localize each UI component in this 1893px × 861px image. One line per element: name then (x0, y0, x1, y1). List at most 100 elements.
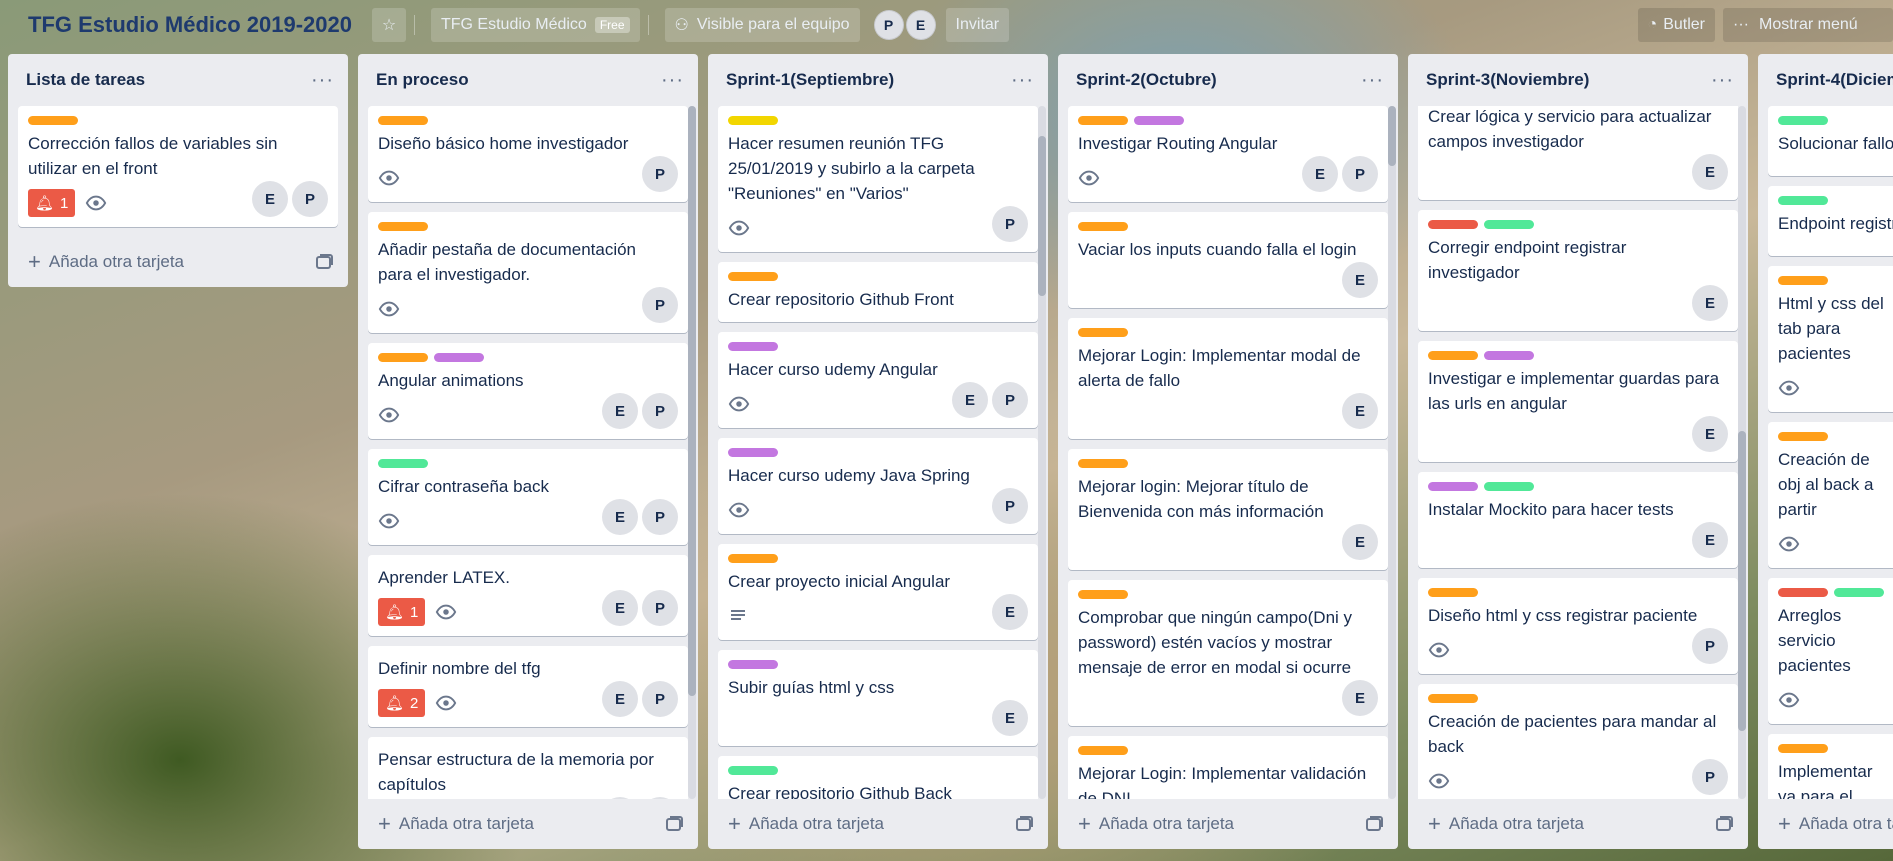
member-avatar[interactable]: P (642, 287, 678, 323)
card[interactable]: Crear repositorio Github Back (718, 756, 1038, 799)
member-avatar[interactable]: E (1692, 154, 1728, 190)
card[interactable]: Creación de pacientes para mandar al bac… (1418, 684, 1738, 799)
member-avatar[interactable]: E (1692, 416, 1728, 452)
member-avatar[interactable]: E (602, 499, 638, 535)
member-avatar[interactable]: P (642, 499, 678, 535)
card[interactable]: Instalar Mockito para hacer tests E (1418, 472, 1738, 568)
list-menu-icon[interactable]: ··· (1711, 70, 1734, 90)
list-menu-icon[interactable]: ··· (1361, 70, 1384, 90)
card[interactable]: Crear proyecto inicial Angular E (718, 544, 1038, 640)
member-avatar[interactable]: P (992, 382, 1028, 418)
card-template-icon[interactable] (664, 814, 684, 834)
list-title[interactable]: Sprint-4(Diciembre) (1776, 70, 1893, 90)
card[interactable]: Implementar va para el número paciente e… (1768, 734, 1893, 799)
member-avatar[interactable]: E (1342, 680, 1378, 716)
visibility-button[interactable]: ⚇ Visible para el equipo (664, 8, 860, 42)
show-menu-button[interactable]: ··· Mostrar menú (1723, 8, 1893, 42)
card[interactable]: Crear repositorio Github Front (718, 262, 1038, 322)
card[interactable]: Diseño básico home investigador P (368, 106, 688, 202)
card[interactable]: Endpoint registro (1768, 186, 1893, 256)
list-title[interactable]: Lista de tareas (26, 70, 145, 90)
card[interactable]: Mejorar Login: Implementar validación de… (1068, 736, 1388, 799)
list-scroll-thumb[interactable] (1038, 136, 1046, 296)
member-avatar[interactable]: E (905, 10, 936, 40)
list-scroll-thumb[interactable] (1388, 106, 1396, 166)
member-avatar[interactable]: E (1342, 524, 1378, 560)
card-template-icon[interactable] (1364, 814, 1384, 834)
card[interactable]: Arreglos servicio pacientes (1768, 578, 1893, 724)
invite-button[interactable]: Invitar (945, 8, 1010, 42)
member-avatar[interactable]: E (602, 681, 638, 717)
add-card-button[interactable]: + Añada otra tarjeta (1428, 813, 1584, 835)
member-avatar[interactable]: E (252, 181, 288, 217)
card[interactable]: Cifrar contraseña back EP (368, 449, 688, 545)
list-scroll-thumb[interactable] (1738, 431, 1746, 731)
member-avatar[interactable]: E (602, 393, 638, 429)
add-card-button[interactable]: + Añada otra tarjeta (28, 251, 184, 273)
member-avatar[interactable]: P (992, 488, 1028, 524)
card[interactable]: Angular animations EP (368, 343, 688, 439)
card[interactable]: Hacer curso udemy Angular EP (718, 332, 1038, 428)
card[interactable]: Corregir endpoint registrar investigador… (1418, 210, 1738, 331)
member-avatar[interactable]: P (1342, 156, 1378, 192)
card[interactable]: Mejorar login: Mejorar título de Bienven… (1068, 449, 1388, 570)
list-title[interactable]: Sprint-2(Octubre) (1076, 70, 1217, 90)
card[interactable]: Subir guías html y css E (718, 650, 1038, 746)
member-avatar[interactable]: P (642, 393, 678, 429)
member-avatar[interactable]: E (1302, 156, 1338, 192)
member-avatar[interactable]: E (1342, 262, 1378, 298)
list-menu-icon[interactable]: ··· (311, 70, 334, 90)
card-template-icon[interactable] (1014, 814, 1034, 834)
card[interactable]: Aprender LATEX. 🔔︎ 1 EP (368, 555, 688, 636)
member-avatar[interactable]: P (873, 10, 904, 40)
card[interactable]: Investigar e implementar guardas para la… (1418, 341, 1738, 462)
card[interactable]: Hacer curso udemy Java Spring P (718, 438, 1038, 534)
list-scroll-thumb[interactable] (688, 106, 696, 696)
list-scrollbar[interactable] (1388, 106, 1396, 799)
card[interactable]: Mejorar Login: Implementar modal de aler… (1068, 318, 1388, 439)
member-avatar[interactable]: E (1692, 285, 1728, 321)
card[interactable]: Definir nombre del tfg 🔔︎ 2 EP (368, 646, 688, 727)
list-title[interactable]: En proceso (376, 70, 469, 90)
card-template-icon[interactable] (314, 252, 334, 272)
member-avatar[interactable]: P (1692, 628, 1728, 664)
card[interactable]: Html y css del tab para pacientes (1768, 266, 1893, 412)
list-title[interactable]: Sprint-3(Noviembre) (1426, 70, 1589, 90)
butler-button[interactable]: ◔ Butler (1637, 8, 1715, 42)
card[interactable]: Pensar estructura de la memoria por capí… (368, 737, 688, 799)
card[interactable]: Investigar Routing Angular EP (1068, 106, 1388, 202)
card[interactable]: Hacer resumen reunión TFG 25/01/2019 y s… (718, 106, 1038, 252)
member-avatar[interactable]: P (642, 681, 678, 717)
board-title[interactable]: TFG Estudio Médico 2019-2020 (22, 8, 358, 42)
add-card-button[interactable]: + Añada otra tarjeta (728, 813, 884, 835)
list-menu-icon[interactable]: ··· (1011, 70, 1034, 90)
member-avatar[interactable]: E (1692, 522, 1728, 558)
card[interactable]: Solucionar fallos (1768, 106, 1893, 176)
card-template-icon[interactable] (1714, 814, 1734, 834)
member-avatar[interactable]: E (602, 797, 638, 799)
add-card-button[interactable]: + Añada otra tarjeta (378, 813, 534, 835)
member-avatar[interactable]: E (952, 382, 988, 418)
card[interactable]: Creación de obj al back a partir (1768, 422, 1893, 568)
card[interactable]: Diseño html y css registrar paciente P (1418, 578, 1738, 674)
member-avatar[interactable]: P (642, 156, 678, 192)
member-avatar[interactable]: P (292, 181, 328, 217)
member-avatar[interactable]: E (1342, 393, 1378, 429)
card[interactable]: Crear lógica y servicio para actualizar … (1418, 106, 1738, 200)
member-avatar[interactable]: E (602, 590, 638, 626)
list-title[interactable]: Sprint-1(Septiembre) (726, 70, 894, 90)
add-card-button[interactable]: + Añada otra tarjeta (1078, 813, 1234, 835)
star-button[interactable]: ☆ (371, 8, 406, 42)
card[interactable]: Comprobar que ningún campo(Dni y passwor… (1068, 580, 1388, 726)
list-menu-icon[interactable]: ··· (661, 70, 684, 90)
member-avatar[interactable]: E (992, 700, 1028, 736)
card[interactable]: Añadir pestaña de documentación para el … (368, 212, 688, 333)
team-button[interactable]: TFG Estudio Médico Free (430, 8, 640, 42)
member-avatar[interactable]: P (1692, 759, 1728, 795)
member-avatar[interactable]: E (992, 594, 1028, 630)
card[interactable]: Corrección fallos de variables sin utili… (18, 106, 338, 227)
member-avatar[interactable]: P (992, 206, 1028, 242)
member-avatar[interactable]: P (642, 590, 678, 626)
member-avatar[interactable]: P (642, 797, 678, 799)
add-card-button[interactable]: + Añada otra tarjeta (1778, 813, 1893, 835)
